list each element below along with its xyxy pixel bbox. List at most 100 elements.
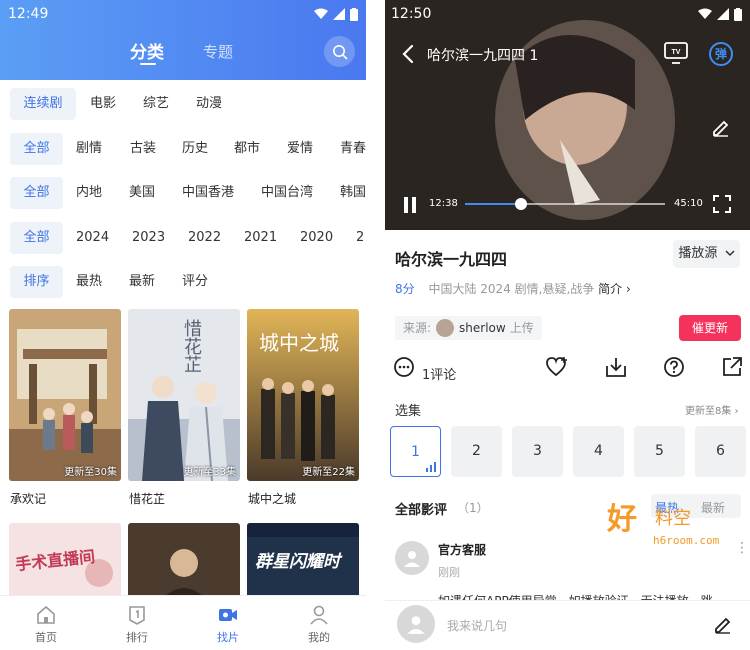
progress-knob[interactable] <box>515 198 527 210</box>
filter-chip[interactable]: 连续剧 <box>10 88 76 120</box>
comment-input[interactable]: 我来说几句 <box>447 617 507 634</box>
poster-image <box>128 523 240 603</box>
filter-chip[interactable]: 2023 <box>132 222 165 254</box>
episode-badge: 更新至30集 <box>64 467 117 478</box>
episode-button[interactable]: 2 <box>451 426 502 477</box>
urge-update-button[interactable]: 催更新 <box>679 315 741 341</box>
favorite-heart-icon[interactable] <box>545 356 569 378</box>
filter-chip[interactable]: 古装 <box>130 133 156 165</box>
playing-bars-icon <box>426 462 436 472</box>
filter-chip[interactable]: 2024 <box>76 222 109 254</box>
download-icon[interactable] <box>605 356 627 378</box>
signal-icon <box>333 8 345 20</box>
poster-card[interactable]: 惜花芷 更新至33集 <box>128 309 240 481</box>
filter-chip[interactable]: 中国台湾 <box>261 177 313 209</box>
default-user-icon <box>404 551 420 567</box>
filter-chip[interactable]: 历史 <box>182 133 208 165</box>
filter-chip[interactable]: 2 <box>356 222 364 254</box>
uploader-info[interactable]: 来源: sherlow 上传 <box>395 316 542 340</box>
poster-card[interactable]: 城中之城 更新至22集 <box>247 309 359 481</box>
filter-chip[interactable]: 2020 <box>300 222 333 254</box>
uploader-name: sherlow <box>459 321 506 335</box>
poster-title[interactable]: 城中之城 <box>248 490 296 507</box>
show-meta: 8分 中国大陆 2024 剧情,悬疑,战争 简介 › <box>395 280 631 297</box>
comment-icon[interactable] <box>393 356 415 378</box>
comment-count[interactable]: 1评论 <box>422 364 456 383</box>
episodes-heading: 选集 <box>395 404 422 419</box>
fullscreen-icon[interactable] <box>713 195 731 213</box>
episode-badge: 更新至33集 <box>183 467 236 478</box>
pen-icon[interactable] <box>713 614 733 634</box>
filter-chip[interactable]: 中国香港 <box>182 177 234 209</box>
header: 12:49 分类 专题 <box>0 0 366 80</box>
poster-title[interactable]: 承欢记 <box>10 490 46 507</box>
status-icons <box>314 6 358 22</box>
filter-chip[interactable]: 最新 <box>129 266 155 298</box>
filter-chip[interactable]: 评分 <box>182 266 208 298</box>
episodes-more[interactable]: 更新至8集 › <box>685 402 739 417</box>
nav-profile[interactable]: 我的 <box>294 604 344 645</box>
filter-chip[interactable]: 排序 <box>10 266 63 298</box>
filter-chip[interactable]: 剧情 <box>76 133 102 165</box>
episode-button[interactable]: 1 <box>390 426 441 477</box>
avatar <box>397 605 435 643</box>
nav-ranking[interactable]: 排行 <box>112 604 162 645</box>
filter-chip[interactable]: 全部 <box>10 222 63 254</box>
watermark-url: h6room.com <box>653 534 720 547</box>
episode-button[interactable]: 3 <box>512 426 563 477</box>
action-row: 1评论 <box>385 356 750 386</box>
filter-chip[interactable]: 韩国 <box>340 177 366 209</box>
edit-danmaku-icon[interactable] <box>711 117 731 137</box>
nav-home[interactable]: 首页 <box>21 604 71 645</box>
filter-chip[interactable]: 爱情 <box>287 133 313 165</box>
filter-chip[interactable]: 电影 <box>90 88 116 120</box>
poster-card[interactable] <box>128 523 240 603</box>
tab-topics[interactable]: 专题 <box>203 41 233 62</box>
share-icon[interactable] <box>721 356 743 378</box>
default-user-icon <box>407 616 425 634</box>
meta-info: 中国大陆 2024 剧情,悬疑,战争 <box>428 282 595 296</box>
tab-category[interactable]: 分类 <box>130 38 164 63</box>
play-source-button[interactable]: 播放源 <box>673 240 740 268</box>
filter-chip[interactable]: 全部 <box>10 133 63 165</box>
filter-chip[interactable]: 综艺 <box>143 88 169 120</box>
pause-icon[interactable] <box>403 196 417 214</box>
video-player[interactable]: 12:50 哈尔滨一九四四 1 TV 弹 12:38 45:10 <box>385 0 750 230</box>
filter-chip[interactable]: 动漫 <box>196 88 222 120</box>
back-icon[interactable] <box>401 44 415 64</box>
poster-card[interactable]: 手术直播间 <box>9 523 121 603</box>
episode-button[interactable]: 6 <box>695 426 746 477</box>
poster-card[interactable]: 更新至30集 <box>9 309 121 481</box>
filter-chip[interactable]: 都市 <box>234 133 260 165</box>
watermark-text: 料空 <box>655 508 691 529</box>
poster-art-title: 城中之城 <box>259 331 339 355</box>
comment-author[interactable]: 官方客服 <box>438 541 486 558</box>
filter-chip[interactable]: 美国 <box>129 177 155 209</box>
upload-suffix: 上传 <box>509 321 534 335</box>
poster-card[interactable]: 群星闪耀时 <box>247 523 359 603</box>
episode-button[interactable]: 4 <box>573 426 624 477</box>
episode-button[interactable]: 5 <box>634 426 685 477</box>
signal-icon <box>717 8 729 20</box>
nav-find[interactable]: 找片 <box>203 604 253 645</box>
cast-tv-icon[interactable]: TV <box>664 42 688 64</box>
play-source-label: 播放源 <box>678 246 718 261</box>
avatar <box>436 319 455 337</box>
reviews-heading: 全部影评 <box>395 503 448 518</box>
avatar[interactable] <box>395 541 429 575</box>
filter-row-sort: 排序 最热 最新 评分 <box>0 266 366 300</box>
poster-title[interactable]: 惜花芷 <box>129 490 165 507</box>
filter-chip[interactable]: 全部 <box>10 177 63 209</box>
filter-chip[interactable]: 2021 <box>244 222 277 254</box>
filter-chip[interactable]: 2022 <box>188 222 221 254</box>
search-button[interactable] <box>324 36 355 67</box>
help-icon[interactable] <box>663 356 685 378</box>
danmaku-toggle[interactable]: 弹 <box>709 42 733 66</box>
episodes-update-text: 更新至8集 <box>685 406 732 417</box>
filter-chip[interactable]: 青春 <box>340 133 366 165</box>
intro-link[interactable]: 简介 › <box>598 282 631 296</box>
more-options-icon[interactable]: ⋮ <box>735 540 749 556</box>
nav-label: 我的 <box>308 631 330 644</box>
filter-chip[interactable]: 内地 <box>76 177 102 209</box>
filter-chip[interactable]: 最热 <box>76 266 102 298</box>
